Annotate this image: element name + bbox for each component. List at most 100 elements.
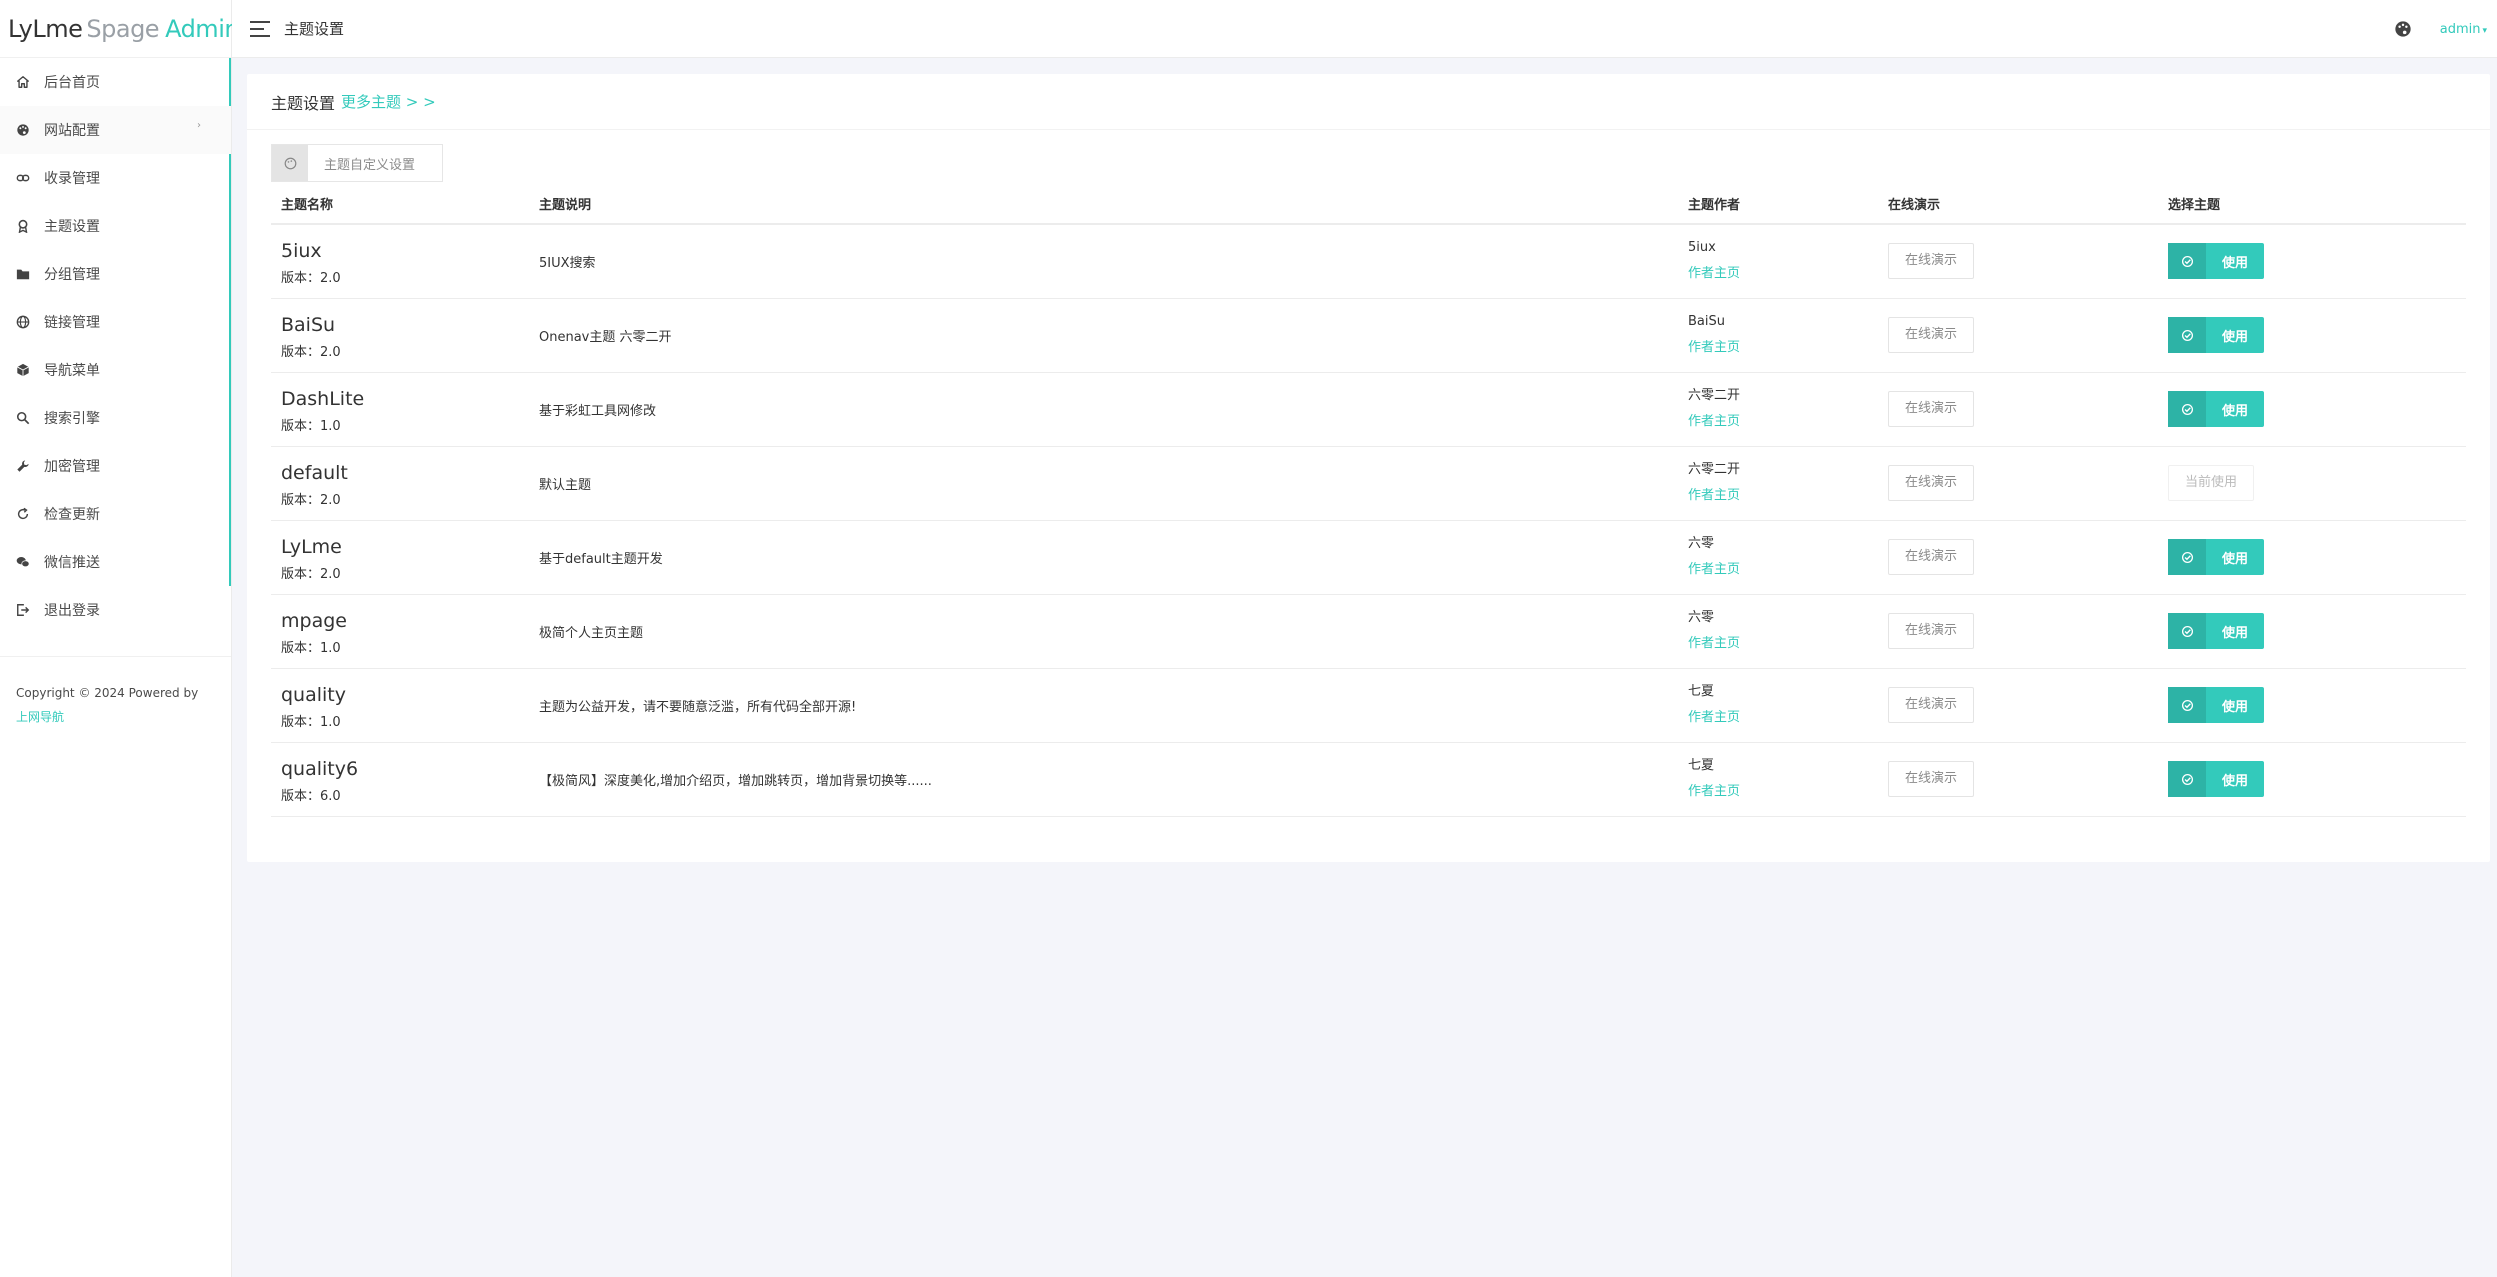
theme-author-cell: 六零 作者主页	[1678, 520, 1878, 595]
theme-name-cell: BaiSu 版本：2.0	[271, 298, 529, 373]
use-theme-button[interactable]: 使用	[2168, 539, 2264, 575]
sidebar-item-logout[interactable]: 退出登录	[0, 586, 231, 634]
sidebar-item-check-updates[interactable]: 检查更新	[0, 490, 231, 538]
check-circle-icon	[2168, 687, 2206, 723]
theme-name-cell: DashLite 版本：1.0	[271, 372, 529, 447]
column-header-name: 主题名称	[271, 184, 529, 225]
sidebar-item-submissions[interactable]: 收录管理	[0, 154, 231, 202]
version-value: 2.0	[320, 270, 341, 286]
more-themes-link[interactable]: 更多主题 > >	[341, 91, 436, 112]
brand-part1: LyLme	[8, 14, 83, 43]
online-demo-button[interactable]: 在线演示	[1888, 687, 1974, 723]
sidebar-item-groups[interactable]: 分组管理	[0, 250, 231, 298]
use-button-label: 使用	[2221, 255, 2248, 271]
theme-author-cell: BaiSu 作者主页	[1678, 298, 1878, 373]
sidebar-item-label: 分组管理	[44, 267, 100, 283]
custom-settings-label: 主题自定义设置	[324, 157, 416, 173]
sidebar-item-label: 后台首页	[44, 75, 100, 91]
theme-desc-cell: 默认主题	[529, 446, 1678, 521]
version-prefix: 版本：	[281, 640, 321, 656]
folder-icon	[16, 267, 30, 281]
theme-desc-cell: 主题为公益开发，请不要随意泛滥，所有代码全部开源!	[529, 668, 1678, 743]
use-button-label: 使用	[2221, 551, 2248, 567]
sidebar-item-home[interactable]: 后台首页	[0, 58, 231, 106]
check-circle-icon	[2168, 391, 2206, 427]
online-demo-button[interactable]: 在线演示	[1888, 761, 1974, 797]
use-theme-button[interactable]: 使用	[2168, 391, 2264, 427]
online-demo-button[interactable]: 在线演示	[1888, 317, 1974, 353]
use-theme-button[interactable]: 使用	[2168, 243, 2264, 280]
theme-author: 六零二开	[1688, 462, 1741, 477]
user-menu[interactable]: admin ▾	[2440, 22, 2487, 37]
theme-desc-cell: Onenav主题 六零二开	[529, 298, 1678, 373]
version-prefix: 版本：	[281, 418, 321, 434]
online-demo-button[interactable]: 在线演示	[1888, 391, 1974, 427]
author-homepage-link[interactable]: 作者主页	[1688, 414, 1740, 429]
theme-name: 5iux	[281, 239, 322, 262]
version-value: 2.0	[320, 344, 341, 360]
online-demo-button[interactable]: 在线演示	[1888, 243, 1974, 280]
version-value: 2.0	[320, 492, 341, 508]
author-homepage-link[interactable]: 作者主页	[1688, 784, 1740, 799]
search-icon	[16, 411, 30, 425]
table-row: LyLme 版本：2.0 基于default主题开发 六零 作者主页 在线演示 …	[271, 520, 2466, 595]
theme-custom-settings-button[interactable]: 主题自定义设置	[271, 144, 443, 182]
theme-version: 版本：6.0	[281, 785, 529, 804]
check-circle-icon	[2168, 243, 2206, 280]
sidebar-item-wechat-push[interactable]: 微信推送	[0, 538, 231, 586]
use-theme-button[interactable]: 使用	[2168, 317, 2264, 353]
theme-version: 版本：1.0	[281, 415, 529, 434]
author-homepage-link[interactable]: 作者主页	[1688, 562, 1740, 577]
author-homepage-link[interactable]: 作者主页	[1688, 710, 1740, 725]
menu-toggle-icon[interactable]	[250, 20, 270, 37]
author-homepage-link[interactable]: 作者主页	[1688, 636, 1740, 651]
theme-description: Onenav主题 六零二开	[539, 329, 672, 345]
sidebar-item-theme-settings[interactable]: 主题设置	[0, 202, 231, 250]
palette-icon	[272, 145, 308, 181]
themes-table-body: 5iux 版本：2.0 5IUX搜索 5iux 作者主页 在线演示 使用 Bai…	[271, 224, 2466, 817]
theme-palette-icon[interactable]	[2394, 20, 2412, 38]
sidebar-item-links[interactable]: 链接管理	[0, 298, 231, 346]
theme-description: 默认主题	[539, 477, 592, 493]
theme-action-cell: 使用	[2158, 594, 2466, 669]
sidebar-item-label: 收录管理	[44, 171, 100, 187]
sidebar-item-site-config[interactable]: 网站配置 ›	[0, 106, 231, 154]
theme-name: quality	[281, 683, 346, 706]
version-value: 1.0	[320, 640, 341, 656]
sidebar-item-encryption[interactable]: 加密管理	[0, 442, 231, 490]
award-icon	[16, 219, 30, 233]
use-theme-button[interactable]: 使用	[2168, 687, 2264, 723]
column-header-author: 主题作者	[1678, 184, 1878, 225]
version-prefix: 版本：	[281, 566, 321, 582]
user-name: admin	[2439, 21, 2481, 37]
version-prefix: 版本：	[281, 714, 321, 730]
theme-desc-cell: 基于default主题开发	[529, 520, 1678, 595]
theme-author-cell: 5iux 作者主页	[1678, 224, 1878, 299]
theme-demo-cell: 在线演示	[1878, 372, 2158, 447]
sidebar-item-nav-menu[interactable]: 导航菜单	[0, 346, 231, 394]
author-homepage-link[interactable]: 作者主页	[1688, 340, 1740, 355]
theme-author-cell: 七夏 作者主页	[1678, 668, 1878, 743]
table-row: quality 版本：1.0 主题为公益开发，请不要随意泛滥，所有代码全部开源!…	[271, 668, 2466, 743]
sidebar-item-label: 退出登录	[44, 603, 100, 619]
author-homepage-link[interactable]: 作者主页	[1688, 266, 1740, 281]
sidebar-item-search-engines[interactable]: 搜索引擎	[0, 394, 231, 442]
author-homepage-link[interactable]: 作者主页	[1688, 488, 1740, 503]
use-theme-button[interactable]: 使用	[2168, 761, 2264, 797]
theme-action-cell: 使用	[2158, 224, 2466, 299]
online-demo-button[interactable]: 在线演示	[1888, 539, 1974, 575]
theme-description: 极简个人主页主题	[539, 625, 644, 641]
theme-name: LyLme	[281, 535, 342, 558]
table-row: DashLite 版本：1.0 基于彩虹工具网修改 六零二开 作者主页 在线演示…	[271, 372, 2466, 447]
theme-version: 版本：1.0	[281, 711, 529, 730]
copyright-link[interactable]: 上网导航	[16, 710, 64, 724]
use-theme-button[interactable]: 使用	[2168, 613, 2264, 649]
online-demo-button[interactable]: 在线演示	[1888, 465, 1974, 501]
online-demo-button[interactable]: 在线演示	[1888, 613, 1974, 649]
theme-author: 七夏	[1688, 758, 1715, 773]
sidebar-item-label: 主题设置	[44, 219, 100, 235]
link-icon	[16, 171, 30, 185]
sidebar-item-label: 检查更新	[44, 507, 100, 523]
copyright: Copyright © 2024 Powered by 上网导航	[0, 657, 231, 753]
brand-logo[interactable]: LyLme Spage Admin	[0, 0, 240, 58]
